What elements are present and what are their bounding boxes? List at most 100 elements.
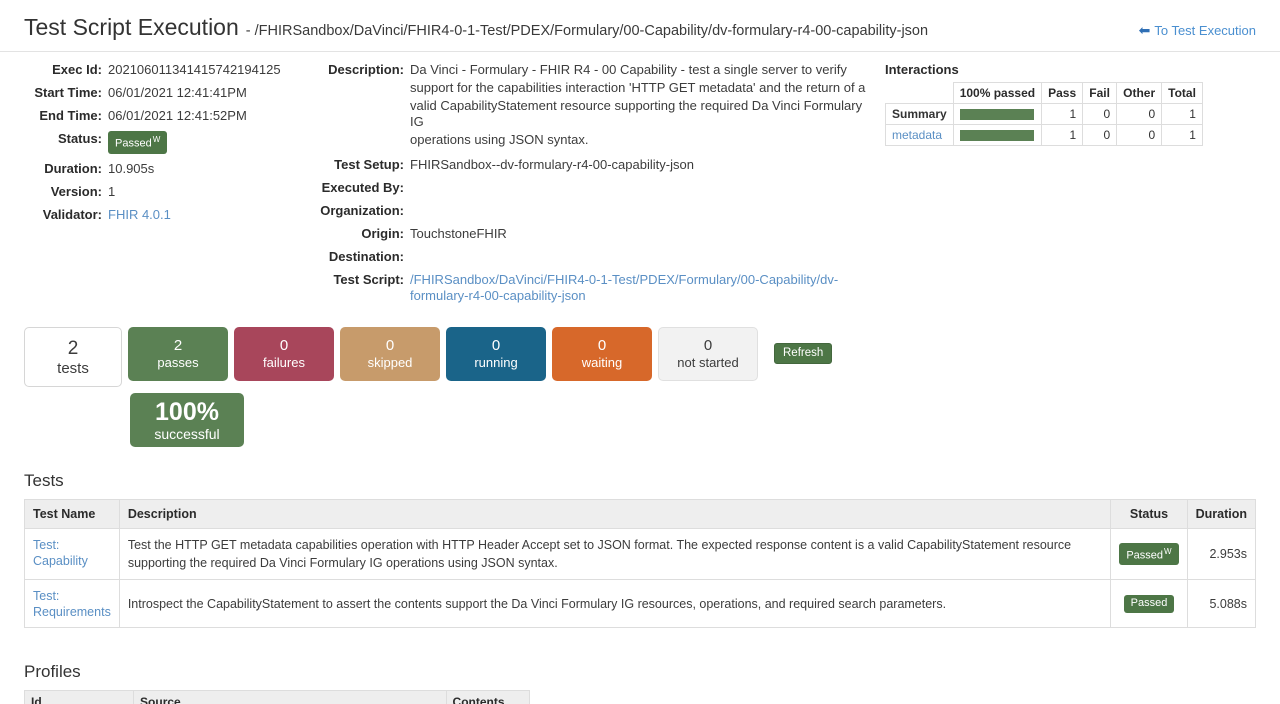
test-name-link-line2[interactable]: Capability [33, 553, 111, 569]
tests-section: Tests Test Name Description Status Durat… [0, 447, 1280, 628]
tile-passes[interactable]: 2 passes [128, 327, 228, 381]
interactions-column: Interactions 100% passed Pass Fail Other… [869, 62, 1256, 146]
tests-heading: Tests [24, 471, 1256, 499]
status-badge-label: Passed [115, 138, 152, 150]
description-label: Description: [314, 62, 410, 150]
tile-waiting[interactable]: 0 waiting [552, 327, 652, 381]
destination-value [410, 249, 869, 265]
tile-tests-label: tests [57, 360, 89, 378]
profiles-heading: Profiles [24, 662, 1256, 690]
field-status: Status: PassedW [24, 131, 314, 154]
test-name-cell[interactable]: Test: Requirements [25, 580, 120, 628]
refresh-button[interactable]: Refresh [774, 343, 832, 364]
profiles-col-source: Source [134, 691, 446, 704]
interactions-progress-cell [953, 125, 1041, 146]
tile-not-started[interactable]: 0 not started [658, 327, 758, 381]
test-name-link-line2[interactable]: Requirements [33, 604, 111, 620]
progress-bar-fill [960, 130, 1034, 141]
organization-label: Organization: [314, 203, 410, 219]
tile-skipped-value: 0 [386, 337, 394, 355]
validator-value[interactable]: FHIR 4.0.1 [108, 207, 314, 223]
tests-col-test-name: Test Name [25, 500, 120, 529]
interactions-row-metadata[interactable]: metadata 1 0 0 1 [886, 125, 1203, 146]
interactions-progress-cell [953, 104, 1041, 125]
tile-failures-label: failures [263, 355, 305, 371]
tile-skipped-label: skipped [368, 355, 413, 371]
interactions-row-label: Summary [886, 104, 954, 125]
progress-bar-track [960, 130, 1034, 141]
field-start-time: Start Time: 06/01/2021 12:41:41PM [24, 85, 314, 101]
version-value: 1 [108, 184, 314, 200]
tests-col-duration: Duration [1187, 500, 1255, 529]
tests-col-description: Description [119, 500, 1111, 529]
tile-failures[interactable]: 0 failures [234, 327, 334, 381]
profiles-header-row: Id Source Contents [25, 691, 530, 704]
start-time-value: 06/01/2021 12:41:41PM [108, 85, 314, 101]
interactions-col-total: Total [1162, 83, 1203, 104]
test-name-link-line1[interactable]: Test: [33, 537, 111, 553]
tile-tests-value: 2 [68, 337, 79, 360]
back-to-test-execution-link[interactable]: ⬅ To Test Execution [1139, 23, 1256, 38]
status-value: PassedW [108, 131, 314, 154]
tile-skipped[interactable]: 0 skipped [340, 327, 440, 381]
version-label: Version: [24, 184, 108, 200]
tile-running-value: 0 [492, 337, 500, 355]
tile-running[interactable]: 0 running [446, 327, 546, 381]
page-subtitle-path: - /FHIRSandbox/DaVinci/FHIR4-0-1-Test/PD… [246, 23, 928, 39]
field-test-script: Test Script: /FHIRSandbox/DaVinci/FHIR4-… [314, 272, 869, 304]
interactions-fail-count: 0 [1083, 125, 1117, 146]
test-setup-value: FHIRSandbox--dv-formulary-r4-00-capabili… [410, 157, 869, 173]
end-time-value: 06/01/2021 12:41:52PM [108, 108, 314, 124]
interactions-pass-count: 1 [1042, 104, 1083, 125]
interactions-col-percent: 100% passed [953, 83, 1041, 104]
metadata-link[interactable]: metadata [892, 128, 942, 142]
exec-id-value: 202106011341415742194125 [108, 62, 314, 78]
interactions-other-count: 0 [1117, 125, 1162, 146]
interactions-row-label-link[interactable]: metadata [886, 125, 954, 146]
tile-successful-value: 100% [155, 398, 219, 426]
status-badge: PassedW [1119, 543, 1178, 566]
status-badge-warning-marker: W [153, 135, 161, 144]
page-header: Test Script Execution - /FHIRSandbox/DaV… [0, 0, 1280, 52]
field-origin: Origin: TouchstoneFHIR [314, 226, 869, 242]
tile-waiting-label: waiting [582, 355, 622, 371]
tile-running-label: running [474, 355, 517, 371]
field-description: Description: Da Vinci - Formulary - FHIR… [314, 62, 869, 150]
interactions-other-count: 0 [1117, 104, 1162, 125]
organization-value [410, 203, 869, 219]
tile-not-started-label: not started [677, 355, 738, 371]
test-name-cell[interactable]: Test: Capability [25, 529, 120, 580]
interactions-pass-count: 1 [1042, 125, 1083, 146]
origin-value: TouchstoneFHIR [410, 226, 869, 242]
test-status-cell: PassedW [1111, 529, 1187, 580]
interactions-col-fail: Fail [1083, 83, 1117, 104]
interactions-table: 100% passed Pass Fail Other Total Summar… [885, 82, 1203, 146]
status-badge-label: Passed [1126, 549, 1163, 561]
validator-link[interactable]: FHIR 4.0.1 [108, 207, 171, 222]
profiles-section: Profiles Id Source Contents capabilities… [0, 628, 1280, 704]
summary-tiles-region: 2 tests 2 passes 0 failures 0 skipped 0 … [0, 311, 1280, 447]
description-value: Da Vinci - Formulary - FHIR R4 - 00 Capa… [410, 62, 869, 150]
test-name-link-line1[interactable]: Test: [33, 588, 111, 604]
tile-passes-label: passes [157, 355, 198, 371]
end-time-label: End Time: [24, 108, 108, 124]
test-setup-label: Test Setup: [314, 157, 410, 173]
status-badge-label: Passed [1131, 597, 1168, 609]
test-status-cell: Passed [1111, 580, 1187, 628]
description-line: valid CapabilityStatement resource suppo… [410, 98, 869, 130]
test-description-cell: Introspect the CapabilityStatement to as… [119, 580, 1111, 628]
tile-tests: 2 tests [24, 327, 122, 387]
interactions-total-count: 1 [1162, 104, 1203, 125]
left-arrow-icon: ⬅ [1139, 23, 1151, 37]
status-badge-warning-marker: W [1164, 547, 1172, 556]
test-script-link-line2[interactable]: formulary-r4-00-capability-json [410, 288, 586, 303]
interactions-total-count: 1 [1162, 125, 1203, 146]
table-row: Test: Capability Test the HTTP GET metad… [25, 529, 1256, 580]
summary-tiles-row: 2 tests 2 passes 0 failures 0 skipped 0 … [24, 327, 1256, 387]
tests-header-row: Test Name Description Status Duration [25, 500, 1256, 529]
test-script-value[interactable]: /FHIRSandbox/DaVinci/FHIR4-0-1-Test/PDEX… [410, 272, 869, 304]
duration-value: 10.905s [108, 161, 314, 177]
test-script-link-line1[interactable]: /FHIRSandbox/DaVinci/FHIR4-0-1-Test/PDEX… [410, 272, 838, 287]
status-badge: Passed [1124, 595, 1175, 613]
test-description-cell: Test the HTTP GET metadata capabilities … [119, 529, 1111, 580]
